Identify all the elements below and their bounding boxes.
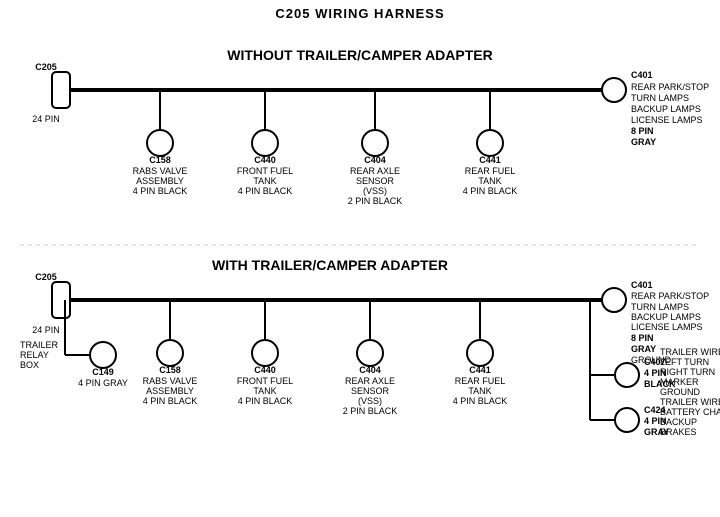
section2-right-label2: TURN LAMPS [631, 302, 689, 312]
s2-c441-id: C441 [469, 365, 491, 375]
s2-c158-l3: 4 PIN BLACK [143, 396, 198, 406]
s2-c407-l3: RIGHT TURN [660, 367, 715, 377]
s2-c407-l2: LEFT TURN [660, 357, 709, 367]
s2-c440-id: C440 [254, 365, 276, 375]
s1-c404-l3: (VSS) [363, 186, 387, 196]
s1-c440-circle [252, 130, 278, 156]
s1-c441-l3: 4 PIN BLACK [463, 186, 518, 196]
s1-c440-l1: FRONT FUEL [237, 166, 293, 176]
s2-c407-circle [615, 363, 639, 387]
s1-c404-l1: REAR AXLE [350, 166, 400, 176]
section2-right-label4: LICENSE LAMPS [631, 322, 703, 332]
s2-c424-l1: TRAILER WIRES [660, 397, 720, 407]
section2-c205-label: C205 [35, 272, 57, 282]
s2-relay-l3: BOX [20, 360, 39, 370]
s1-c404-id: C404 [364, 155, 386, 165]
s2-c149-pins: 4 PIN GRAY [78, 378, 128, 388]
section1-right-label5: 8 PIN [631, 126, 654, 136]
section2-right-label5: 8 PIN [631, 333, 654, 343]
section1-label: WITHOUT TRAILER/CAMPER ADAPTER [227, 47, 492, 63]
s1-c441-circle [477, 130, 503, 156]
s1-c158-id: C158 [149, 155, 171, 165]
s2-c158-l2: ASSEMBLY [146, 386, 194, 396]
s2-c440-l1: FRONT FUEL [237, 376, 293, 386]
s2-c407-l4: MARKER [660, 377, 699, 387]
s2-relay-l2: RELAY [20, 350, 49, 360]
s2-c149-id: C149 [92, 367, 114, 377]
s1-c404-l2: SENSOR [356, 176, 395, 186]
section1-c401-label: C401 [631, 70, 653, 80]
section2-left-connector [52, 282, 70, 318]
section2-right-label6: GRAY [631, 344, 656, 354]
s1-c158-l1: RABS VALVE [133, 166, 188, 176]
section1-24pin-label: 24 PIN [32, 114, 60, 124]
s2-relay-l1: TRAILER [20, 340, 59, 350]
s2-c404-l1: REAR AXLE [345, 376, 395, 386]
s1-c440-l2: TANK [253, 176, 276, 186]
s2-c441-l2: TANK [468, 386, 491, 396]
section1-right-label3: BACKUP LAMPS [631, 104, 701, 114]
section1-right-label2: TURN LAMPS [631, 93, 689, 103]
s2-c149-circle [90, 342, 116, 368]
s2-c424-l4: BRAKES [660, 427, 697, 437]
section2-right-label3: BACKUP LAMPS [631, 312, 701, 322]
s2-c441-l1: REAR FUEL [455, 376, 506, 386]
s1-c158-l2: ASSEMBLY [136, 176, 184, 186]
s1-c158-circle [147, 130, 173, 156]
s2-c440-l2: TANK [253, 386, 276, 396]
s2-c158-id: C158 [159, 365, 181, 375]
s1-c404-circle [362, 130, 388, 156]
wiring-diagram: WITHOUT TRAILER/CAMPER ADAPTER C205 24 P… [0, 0, 720, 517]
s1-c440-l3: 4 PIN BLACK [238, 186, 293, 196]
section2-right-label1: REAR PARK/STOP [631, 291, 709, 301]
s2-c404-id: C404 [359, 365, 381, 375]
section1-right-label6: GRAY [631, 137, 656, 147]
section2-right-connector [602, 288, 626, 312]
s2-c404-l3: (VSS) [358, 396, 382, 406]
section2-24pin-label: 24 PIN [32, 325, 60, 335]
s2-c424-circle [615, 408, 639, 432]
section2-label: WITH TRAILER/CAMPER ADAPTER [212, 257, 448, 273]
s1-c441-l2: TANK [478, 176, 501, 186]
s1-c441-id: C441 [479, 155, 501, 165]
s2-c404-l4: 2 PIN BLACK [343, 406, 398, 416]
section1-c205-label: C205 [35, 62, 57, 72]
s2-c424-l2: BATTERY CHARGE [660, 407, 720, 417]
s2-c404-l2: SENSOR [351, 386, 390, 396]
s1-c404-l4: 2 PIN BLACK [348, 196, 403, 206]
section1-right-label1: REAR PARK/STOP [631, 82, 709, 92]
s2-c441-circle [467, 340, 493, 366]
section1-right-label4: LICENSE LAMPS [631, 115, 703, 125]
s1-c440-id: C440 [254, 155, 276, 165]
s2-c407-l5: GROUND [660, 387, 700, 397]
s2-c440-circle [252, 340, 278, 366]
s1-c158-l3: 4 PIN BLACK [133, 186, 188, 196]
s2-c424-l3: BACKUP [660, 417, 697, 427]
s2-c404-circle [357, 340, 383, 366]
section2-c401-label: C401 [631, 280, 653, 290]
diagram-container: C205 WIRING HARNESS WITHOUT TRAILER/CAMP… [0, 0, 720, 517]
s2-c158-circle [157, 340, 183, 366]
s2-c158-l1: RABS VALVE [143, 376, 198, 386]
s2-c441-l3: 4 PIN BLACK [453, 396, 508, 406]
s2-c440-l3: 4 PIN BLACK [238, 396, 293, 406]
section1-right-connector [602, 78, 626, 102]
s2-c407-l1: TRAILER WIRES [660, 347, 720, 357]
section1-left-connector [52, 72, 70, 108]
s1-c441-l1: REAR FUEL [465, 166, 516, 176]
